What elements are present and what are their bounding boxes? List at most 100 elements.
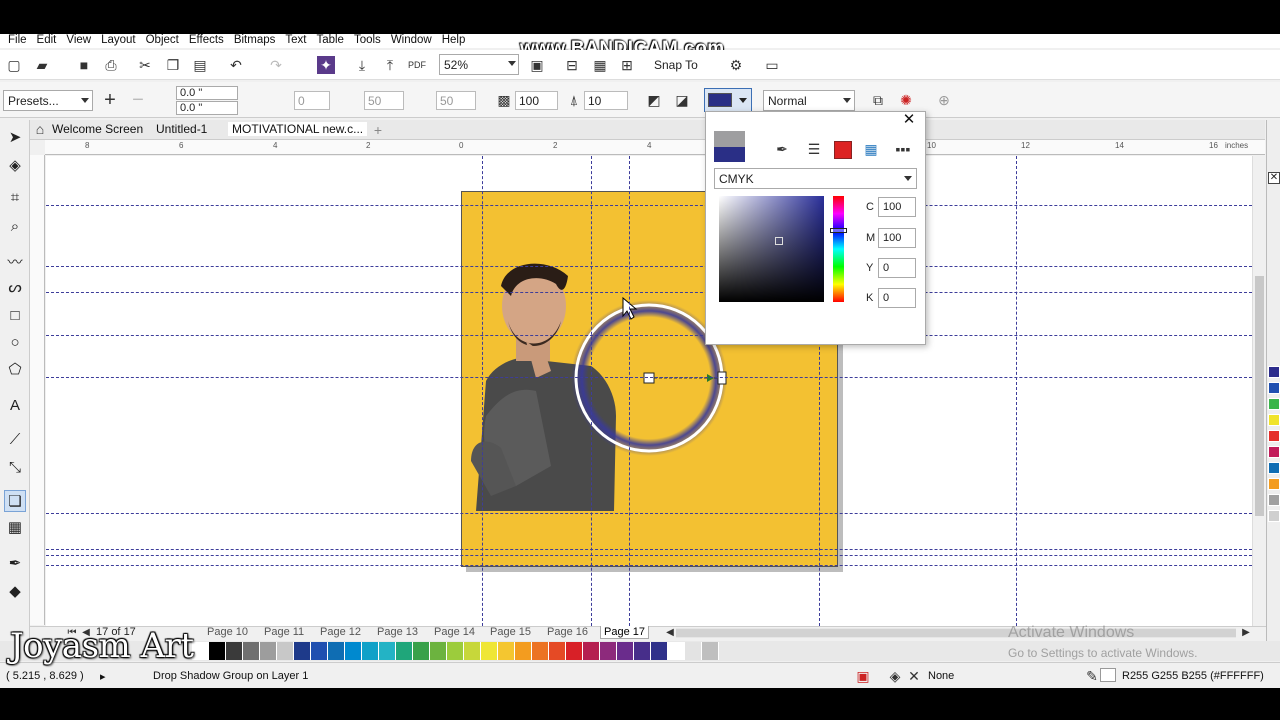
guideline[interactable] [629, 156, 630, 626]
palette-swatch[interactable] [685, 642, 702, 660]
show-guidelines-icon[interactable]: ⊞ [617, 55, 637, 75]
palette-swatch[interactable] [260, 642, 277, 660]
undo-icon[interactable]: ↶ [226, 55, 246, 75]
palette-swatch[interactable] [226, 642, 243, 660]
palette-swatch[interactable] [1268, 398, 1280, 410]
feather-edge-icon[interactable]: ◪ [672, 90, 692, 110]
palette-swatch[interactable] [413, 642, 430, 660]
add-preset-icon[interactable]: + [100, 89, 120, 111]
paste-icon[interactable]: ▤ [190, 55, 210, 75]
guideline[interactable] [591, 156, 592, 626]
palette-swatch[interactable] [209, 642, 226, 660]
page-tab[interactable]: Page 11 [261, 626, 307, 638]
more-options-icon[interactable]: ▪▪▪ [893, 139, 913, 159]
palette-swatch[interactable] [498, 642, 515, 660]
color-sliders-icon[interactable]: ☰ [804, 139, 824, 159]
menu-bitmaps[interactable]: Bitmaps [230, 34, 282, 48]
black-field[interactable]: 0 [878, 288, 916, 308]
options-gear-icon[interactable]: ⚙ [726, 55, 746, 75]
shadow-feather-field[interactable]: 10 [584, 91, 628, 110]
shadow-end-handle[interactable] [717, 371, 727, 385]
palette-swatch[interactable] [1268, 430, 1280, 442]
scroll-right-icon[interactable]: ▶ [1236, 625, 1256, 639]
shadow-start-handle[interactable] [643, 372, 655, 384]
color-palettes-icon[interactable]: ▦ [861, 139, 881, 159]
parallel-dimension-icon[interactable]: ⟋ [4, 428, 26, 450]
horizontal-ruler[interactable]: 8 6 4 2 0 2 4 6 8 10 12 14 16 inches [45, 140, 1265, 155]
clear-shadow-icon[interactable]: ✺ [896, 90, 916, 110]
palette-swatch[interactable] [396, 642, 413, 660]
palette-swatch[interactable] [1268, 478, 1280, 490]
no-outline-icon[interactable]: ✕ [904, 666, 924, 686]
new-document-icon[interactable]: ▢ [4, 55, 24, 75]
crop-tool-icon[interactable]: ⌗ [4, 186, 26, 208]
color-viewer-icon[interactable] [834, 141, 852, 159]
home-icon[interactable]: ⌂ [32, 120, 48, 138]
palette-swatch[interactable] [515, 642, 532, 660]
horizontal-scrollbar[interactable] [676, 628, 1236, 638]
export-icon[interactable]: ⤒ [380, 55, 400, 75]
shadow-color-button[interactable] [704, 88, 752, 112]
transparency-tool-icon[interactable]: ▦ [4, 516, 26, 538]
palette-swatch[interactable] [532, 642, 549, 660]
guideline[interactable] [1016, 156, 1017, 626]
menu-help[interactable]: Help [438, 34, 472, 48]
import-icon[interactable]: ⤓ [352, 55, 372, 75]
color-model-select[interactable]: CMYK [714, 168, 917, 189]
guideline[interactable] [46, 565, 1252, 566]
guideline[interactable] [46, 335, 1252, 336]
fill-color-swatch[interactable] [1100, 668, 1116, 682]
artistic-media-icon[interactable]: ᔕ [4, 276, 26, 298]
palette-swatch[interactable] [362, 642, 379, 660]
shadow-offset-x-field[interactable]: 0.0 " [176, 86, 238, 100]
menu-object[interactable]: Object [142, 34, 185, 48]
menu-file[interactable]: File [4, 34, 33, 48]
palette-swatch[interactable] [1268, 510, 1280, 522]
palette-swatch[interactable] [192, 642, 209, 660]
freehand-tool-icon[interactable]: 〰 [4, 250, 26, 272]
guideline[interactable] [46, 555, 1252, 556]
rectangle-tool-icon[interactable]: □ [4, 304, 26, 326]
fill-indicator-icon[interactable]: ◈ [885, 666, 905, 686]
pick-tool-icon[interactable]: ➤ [4, 126, 26, 148]
corel-connect-icon[interactable]: ✦ [317, 56, 335, 74]
hue-slider-handle[interactable] [830, 228, 847, 233]
page-tab[interactable]: Page 16 [544, 626, 591, 638]
save-icon[interactable]: ■ [74, 55, 94, 75]
color-proof-icon[interactable]: ▣ [853, 666, 873, 686]
palette-swatch[interactable] [566, 642, 583, 660]
palette-swatch[interactable] [447, 642, 464, 660]
palette-swatch[interactable] [277, 642, 294, 660]
palette-swatch[interactable] [617, 642, 634, 660]
guideline[interactable] [46, 205, 1252, 206]
snap-to-dropdown[interactable]: Snap To [654, 58, 698, 72]
palette-swatch[interactable] [634, 642, 651, 660]
guideline[interactable] [46, 377, 1252, 378]
menu-window[interactable]: Window [387, 34, 438, 48]
page-tab[interactable]: Page 10 [204, 626, 251, 638]
remove-preset-icon[interactable]: − [128, 89, 148, 111]
drawing-canvas[interactable] [46, 156, 1252, 626]
ellipse-tool-icon[interactable]: ○ [4, 331, 26, 353]
eyedropper-icon[interactable]: ✒ [772, 139, 792, 159]
color-field[interactable] [719, 196, 824, 302]
palette-swatch[interactable] [1268, 382, 1280, 394]
color-field-marker[interactable] [775, 237, 783, 245]
publish-pdf-icon[interactable]: PDF [407, 55, 427, 75]
palette-swatch[interactable] [430, 642, 447, 660]
palette-swatch[interactable] [583, 642, 600, 660]
menu-layout[interactable]: Layout [97, 34, 142, 48]
menu-text[interactable]: Text [281, 34, 312, 48]
zoom-tool-icon[interactable]: ⌕ [4, 215, 26, 237]
palette-swatch[interactable] [1268, 462, 1280, 474]
tab-welcome-screen[interactable]: Welcome Screen [52, 122, 143, 136]
menu-table[interactable]: Table [312, 34, 350, 48]
cut-icon[interactable]: ✂ [135, 55, 155, 75]
full-screen-icon[interactable]: ▣ [527, 55, 547, 75]
close-icon[interactable]: ✕ [901, 112, 917, 128]
presets-select[interactable]: Presets... [3, 90, 93, 111]
tab-untitled-1[interactable]: Untitled-1 [156, 122, 207, 136]
palette-swatch[interactable] [1268, 366, 1280, 378]
scroll-thumb[interactable] [676, 629, 1236, 637]
palette-swatch[interactable] [1268, 494, 1280, 506]
